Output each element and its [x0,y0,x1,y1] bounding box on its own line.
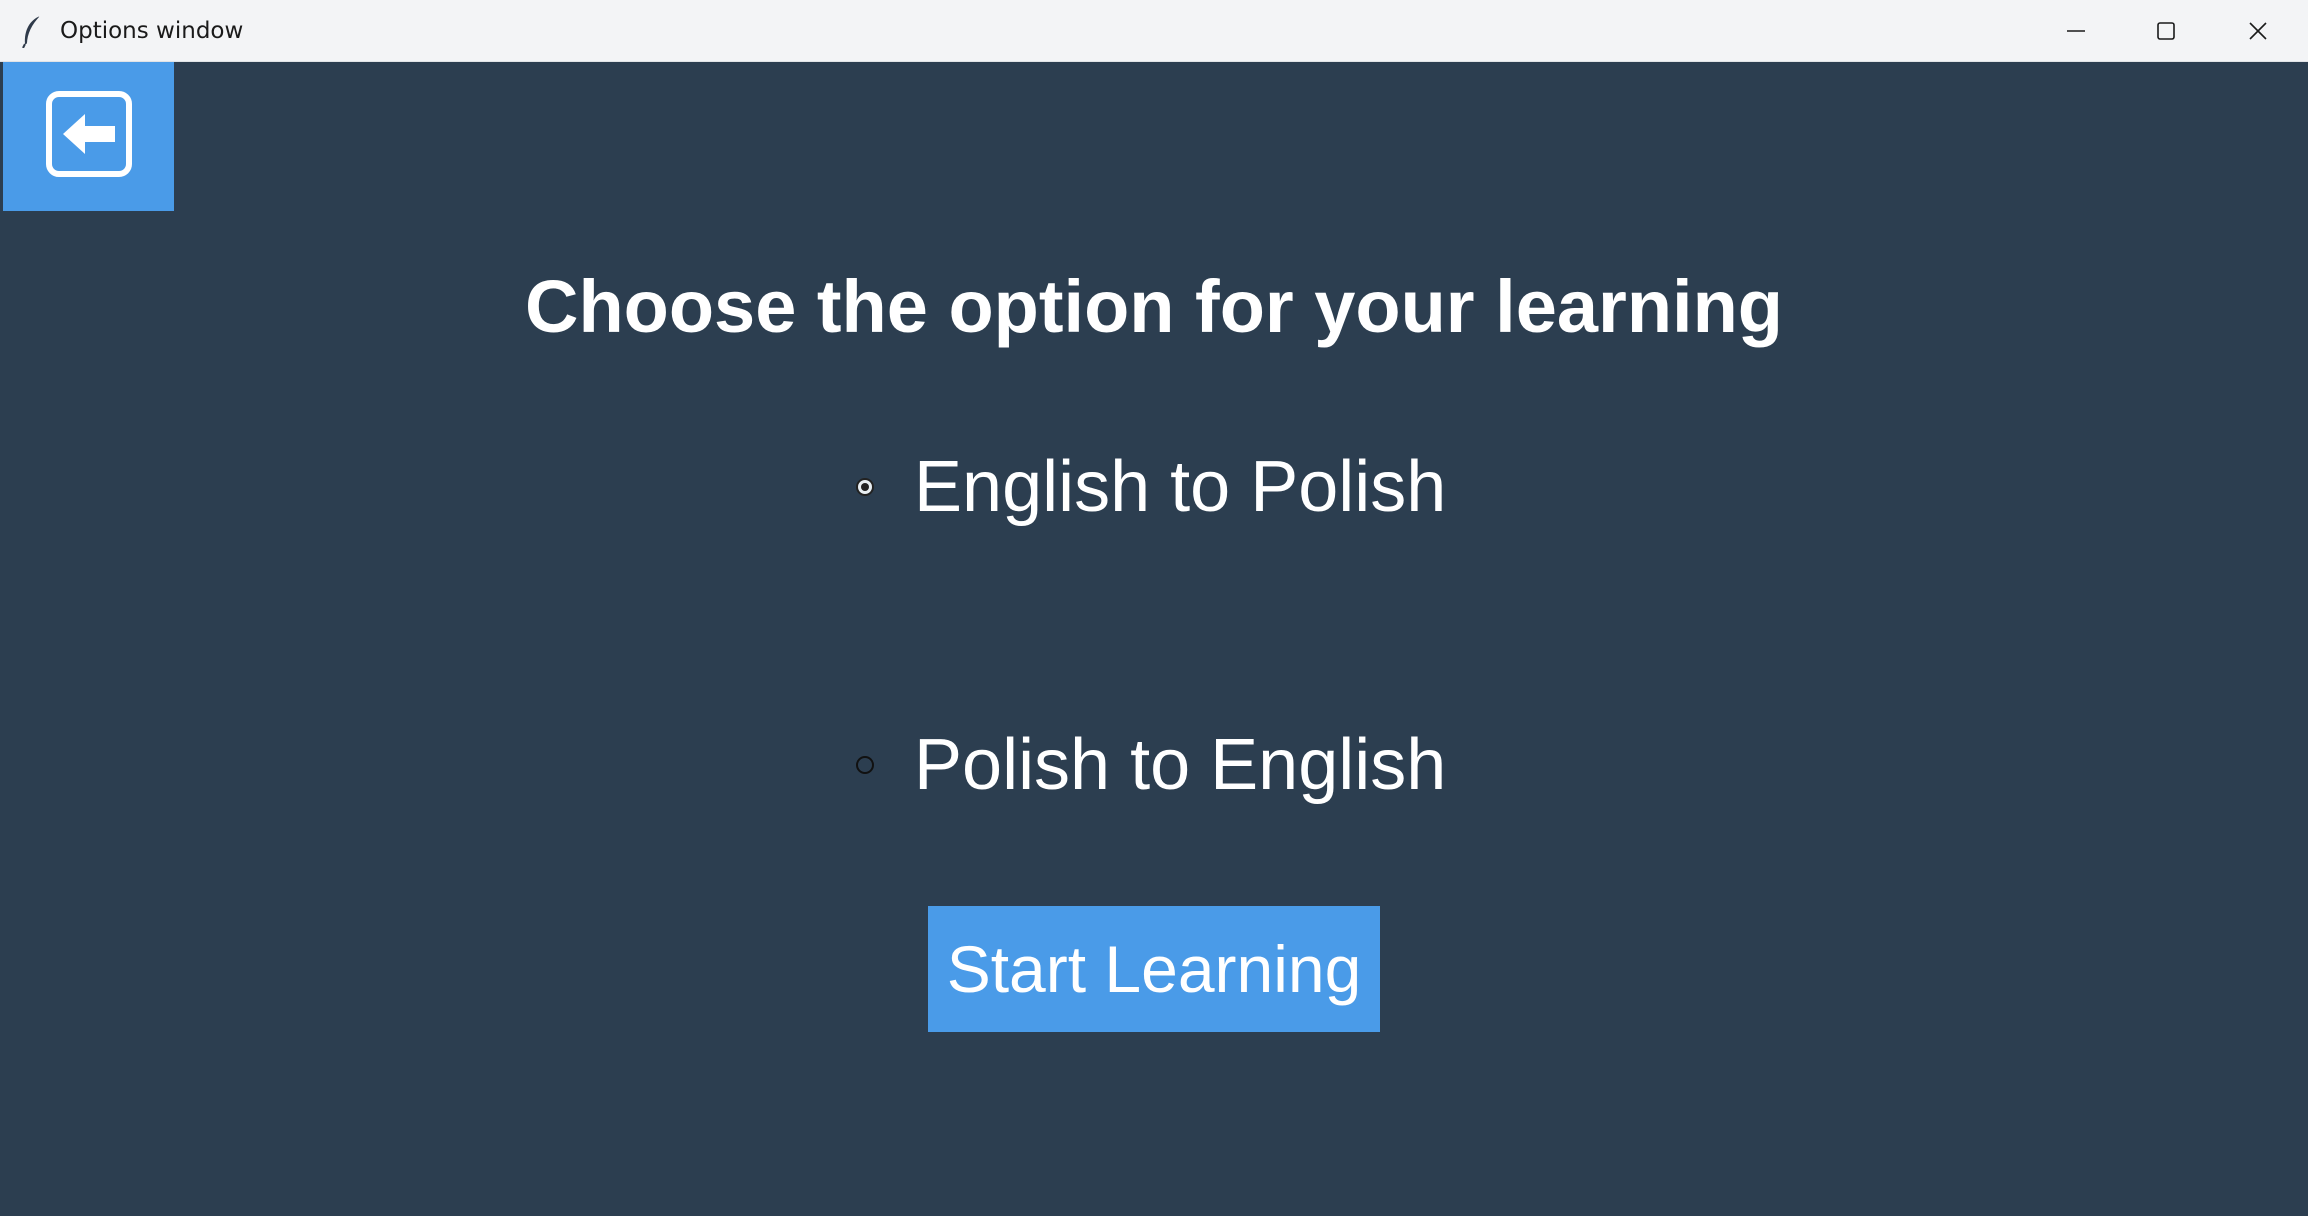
feather-icon [18,14,48,49]
option-english-to-polish[interactable]: English to Polish [850,442,1446,532]
close-button[interactable] [2212,0,2304,61]
option-label[interactable]: Polish to English [914,720,1446,810]
back-button[interactable] [3,62,174,211]
window-title: Options window [60,18,244,44]
page-heading: Choose the option for your learning [525,265,1783,348]
maximize-icon [2155,20,2177,42]
maximize-button[interactable] [2120,0,2212,61]
minimize-button[interactable] [2030,0,2122,61]
radio-button[interactable] [856,756,874,774]
back-arrow-icon [45,90,133,183]
title-bar[interactable]: Options window [0,0,2308,62]
radio-button-selected[interactable] [856,478,874,496]
minimize-icon [2065,20,2087,42]
option-polish-to-english[interactable]: Polish to English [850,720,1446,810]
client-area: Choose the option for your learning Engl… [0,62,2308,1216]
start-learning-button[interactable]: Start Learning [928,906,1380,1032]
option-label[interactable]: English to Polish [914,442,1446,532]
close-icon [2247,20,2269,42]
options-window: Options window Choose the option for you… [0,0,2308,1216]
